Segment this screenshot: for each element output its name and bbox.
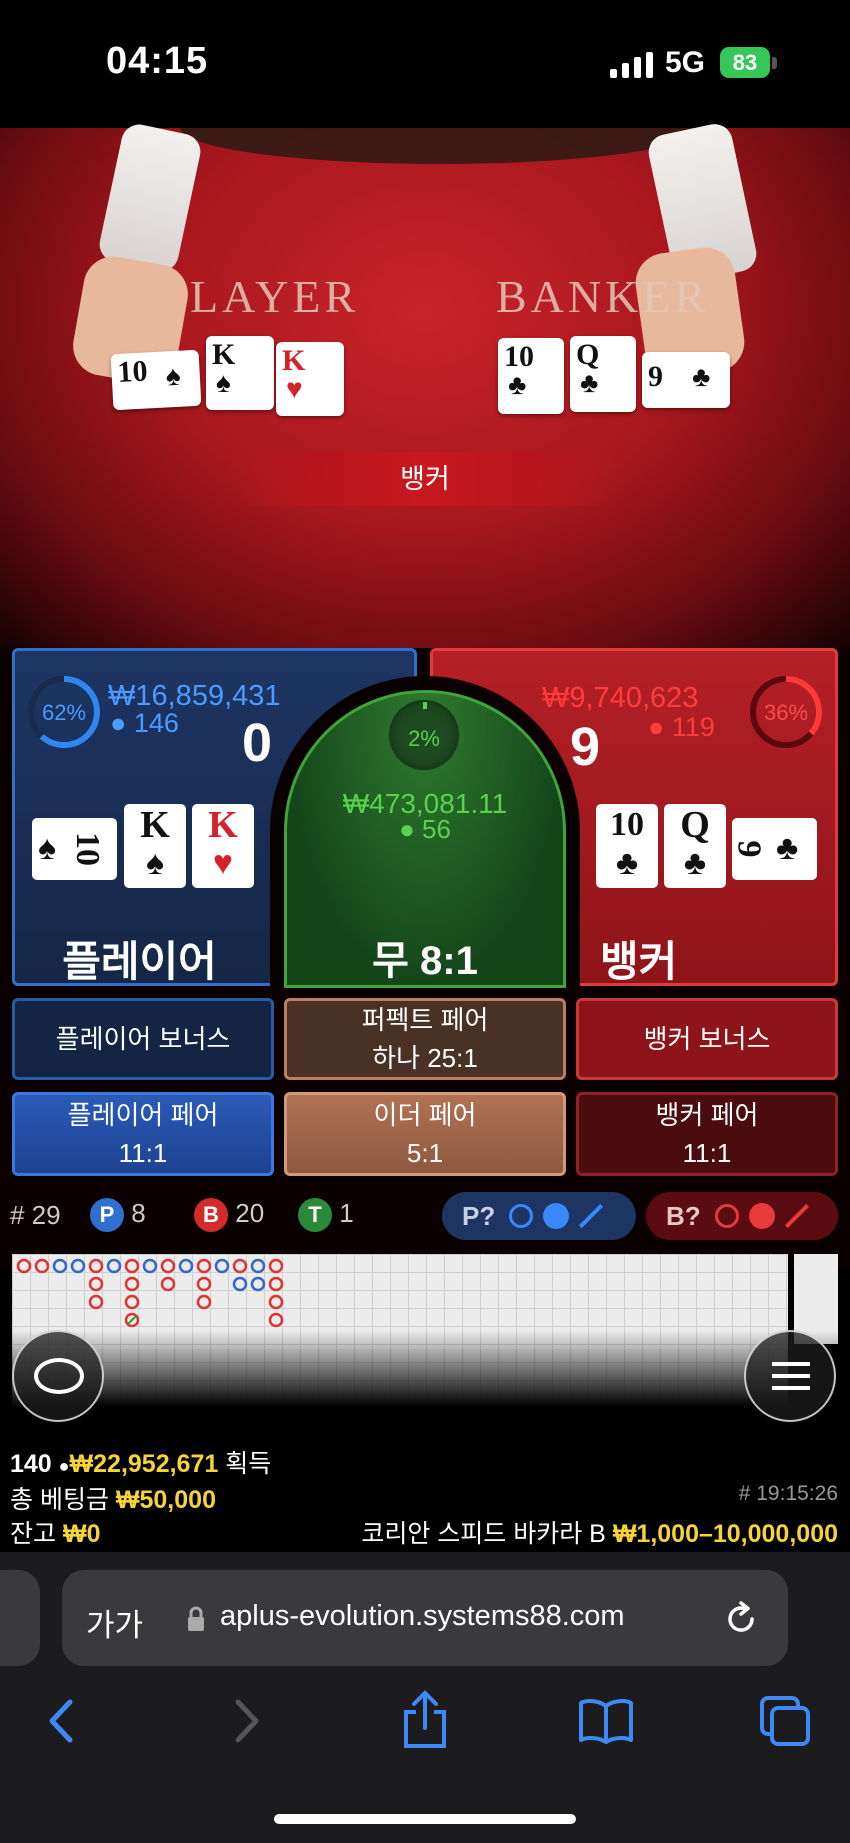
table-info: 코리안 스피드 바카라 B ₩1,000–10,000,000 xyxy=(320,1514,838,1550)
balance-line: 잔고 ₩0 xyxy=(10,1520,101,1548)
player-pair-button[interactable]: 플레이어 페어 11:1 xyxy=(12,1092,274,1176)
home-indicator xyxy=(274,1814,576,1824)
player-score: 0 xyxy=(242,713,273,773)
video-card: 9 ♣ xyxy=(642,352,730,408)
total-bet: ₩50,000 xyxy=(115,1486,216,1514)
battery-level: 83 xyxy=(732,50,758,75)
tie-label: 무 8:1 xyxy=(372,939,478,983)
player-wins: P 8 xyxy=(90,1198,146,1232)
tie-percent: 2% xyxy=(408,726,440,751)
menu-button[interactable] xyxy=(744,1330,836,1422)
either-pair-button[interactable]: 이더 페어 5:1 xyxy=(284,1092,566,1176)
big-road-icon xyxy=(714,1204,739,1228)
felt-player-text: LAYER xyxy=(190,271,360,322)
menu-icon xyxy=(772,1362,810,1390)
signal-icon xyxy=(610,52,653,78)
chip-icon xyxy=(34,1358,84,1394)
url-text[interactable]: aplus-evolution.systems88.com xyxy=(220,1600,625,1633)
banker-card-3: 9 ♣ xyxy=(731,818,817,880)
tabs-icon[interactable] xyxy=(758,1694,812,1748)
share-icon[interactable] xyxy=(400,1690,450,1750)
user-icon: ● xyxy=(648,712,665,742)
player-dot: P xyxy=(90,1198,124,1232)
player-card-1: ♠ 10 xyxy=(32,818,117,880)
tie-dot: T xyxy=(298,1198,332,1232)
chat-button[interactable] xyxy=(12,1330,104,1422)
player-label: 플레이어 xyxy=(62,938,217,985)
reload-icon[interactable] xyxy=(722,1600,760,1638)
result-banner: 뱅커 xyxy=(230,452,620,506)
tie-bettors: ● 56 xyxy=(284,814,566,845)
video-card: Q ♣ xyxy=(570,336,636,412)
won-label: 획득 xyxy=(225,1450,272,1478)
small-road-icon xyxy=(543,1203,570,1229)
player-bonus-button[interactable]: 플레이어 보너스 xyxy=(12,998,274,1080)
banker-score: 9 xyxy=(570,717,601,777)
back-icon[interactable] xyxy=(44,1696,80,1746)
banker-pair-button[interactable]: 뱅커 페어 11:1 xyxy=(576,1092,838,1176)
status-time: 04:15 xyxy=(106,40,209,82)
banker-predict-button[interactable]: B? xyxy=(646,1192,838,1240)
user-icon: ● xyxy=(110,708,127,738)
table-limits: ₩1,000–10,000,000 xyxy=(612,1520,838,1548)
tie-bettor-count: 56 xyxy=(422,814,451,844)
banker-dot: B xyxy=(194,1198,228,1232)
winner-count: 140 xyxy=(10,1450,52,1478)
banker-card-2: Q ♣ xyxy=(664,804,726,888)
cockroach-icon xyxy=(784,1203,809,1229)
video-card: K ♠ xyxy=(206,336,274,410)
user-icon: ● xyxy=(399,814,415,844)
video-card: K ♥ xyxy=(276,342,344,416)
total-bet-line: 총 베팅금 ₩50,000 xyxy=(10,1486,216,1514)
winnings-line: 140 ●₩22,952,671 획득 xyxy=(10,1444,271,1480)
tie-ring-mark xyxy=(423,702,427,709)
previous-tab[interactable] xyxy=(0,1570,40,1666)
banker-wins: B 20 xyxy=(194,1198,264,1232)
video-card: 10 ♠ xyxy=(110,349,202,411)
table-name: 코리안 스피드 바카라 B xyxy=(361,1520,606,1548)
banker-card-1: 10 ♣ xyxy=(596,804,658,888)
banker-total-bet: ₩9,740,623 xyxy=(542,682,699,714)
player-bettors: ● 146 xyxy=(110,708,179,739)
round-id: # 19:15:26 xyxy=(738,1482,838,1505)
text-size-button[interactable]: 가가 xyxy=(86,1600,143,1645)
bookmarks-icon[interactable] xyxy=(578,1698,634,1744)
player-card-3: K ♥ xyxy=(192,804,254,888)
network-type: 5G xyxy=(665,46,706,79)
felt-banker-text: BANKER xyxy=(496,271,710,322)
perfect-pair-button[interactable]: 퍼펙트 페어 하나 25:1 xyxy=(284,998,566,1080)
cockroach-icon xyxy=(579,1203,604,1229)
small-road-icon xyxy=(748,1203,775,1229)
round-count: # 29 xyxy=(10,1200,61,1230)
tie-wins: T 1 xyxy=(298,1198,354,1232)
banker-percent: 36% xyxy=(763,700,809,725)
lock-icon xyxy=(188,1606,204,1631)
battery-cap xyxy=(772,57,777,69)
player-bettor-count: 146 xyxy=(133,708,179,738)
won-amount: ₩22,952,671 xyxy=(69,1450,219,1478)
roadmap-fade xyxy=(0,1330,850,1440)
big-road-icon xyxy=(509,1204,534,1228)
player-predict-button[interactable]: P? xyxy=(442,1192,636,1240)
banker-bettor-count: 119 xyxy=(671,712,715,742)
balance: ₩0 xyxy=(62,1520,101,1548)
banker-bettors: ● 119 xyxy=(648,712,715,743)
battery-icon: 83 xyxy=(720,47,770,78)
player-card-2: K ♠ xyxy=(124,804,186,888)
forward-icon[interactable] xyxy=(228,1696,264,1746)
user-icon: ● xyxy=(58,1456,70,1476)
video-card: 10 ♣ xyxy=(498,338,564,414)
banker-bonus-button[interactable]: 뱅커 보너스 xyxy=(576,998,838,1080)
player-percent: 62% xyxy=(41,700,87,725)
